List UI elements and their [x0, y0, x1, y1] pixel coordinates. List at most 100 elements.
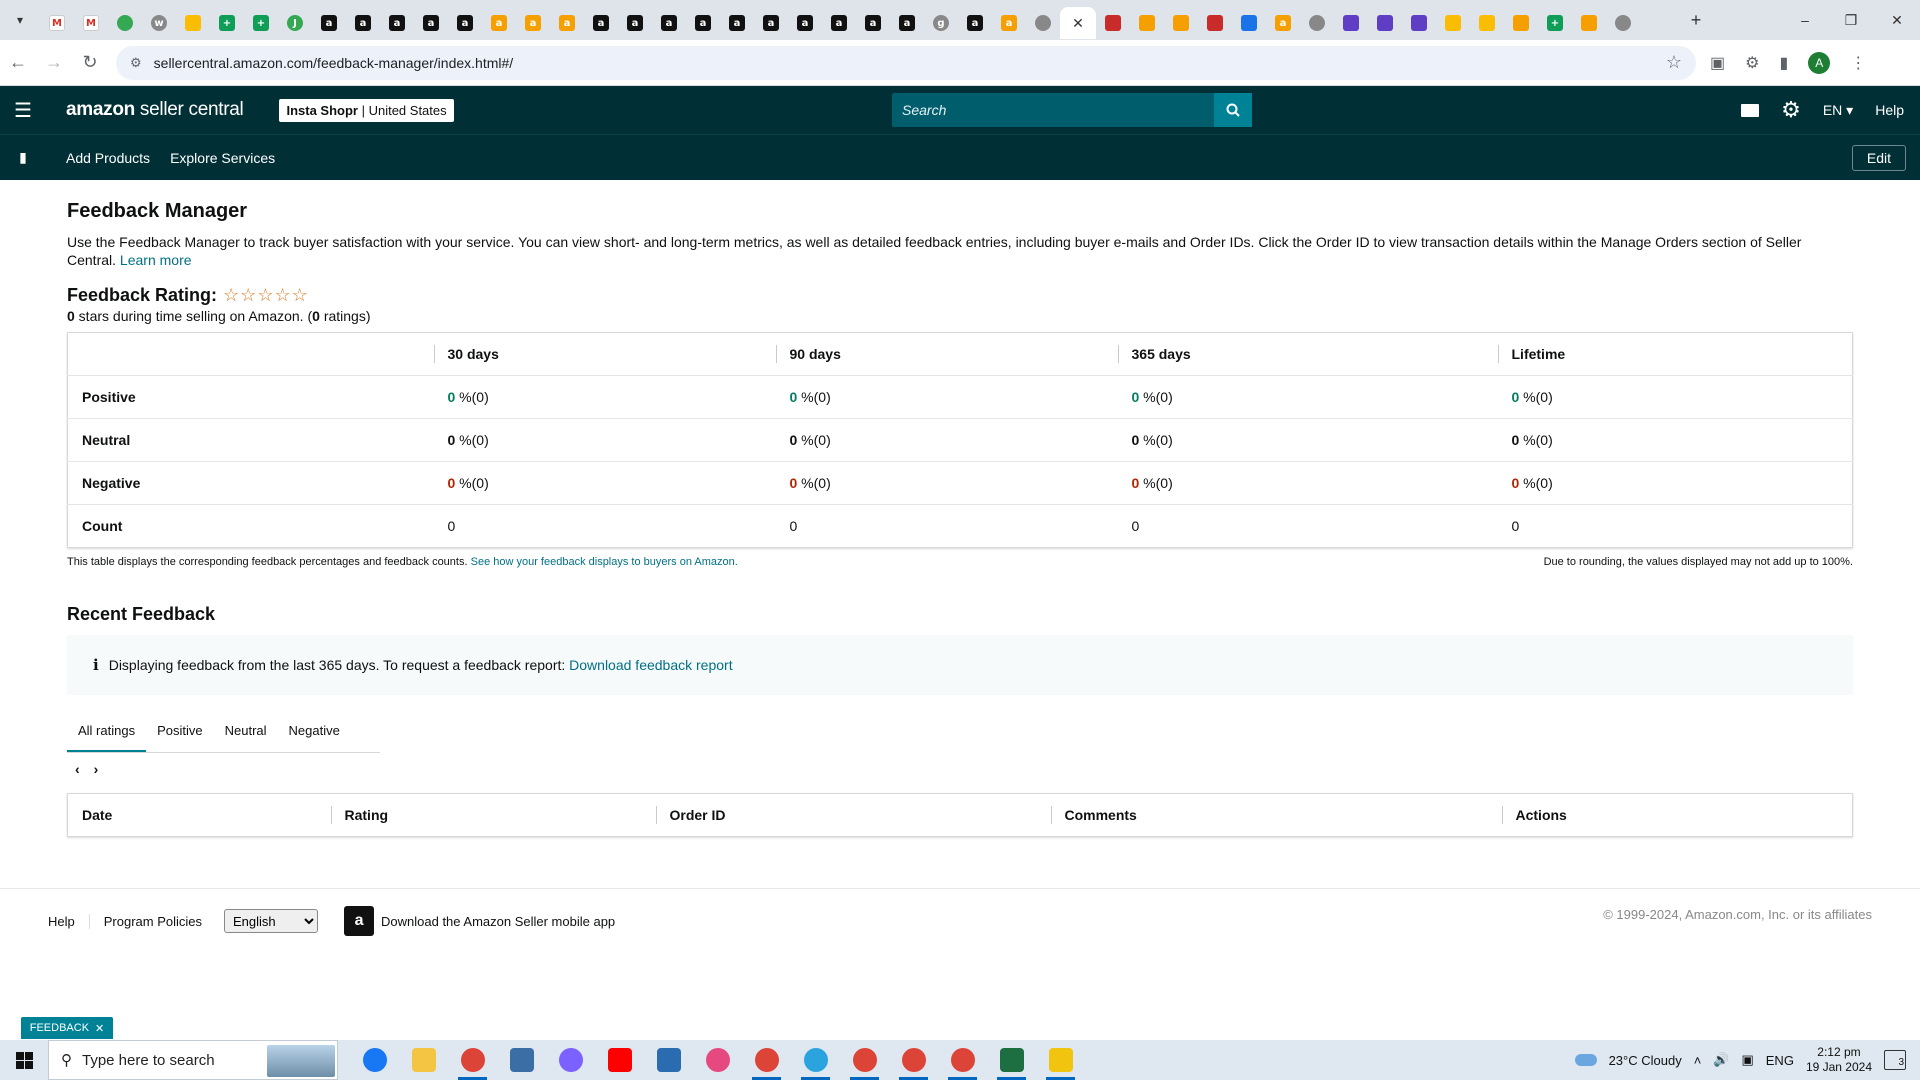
taskbar-app[interactable]: [497, 1040, 546, 1080]
col-actions[interactable]: Actions: [1501, 794, 1853, 837]
browser-tab[interactable]: a: [788, 7, 822, 39]
col-comments[interactable]: Comments: [1050, 794, 1502, 837]
browser-tab[interactable]: a: [890, 7, 924, 39]
footer-help-link[interactable]: Help: [48, 913, 90, 929]
browser-tab[interactable]: J: [278, 7, 312, 39]
browser-tab[interactable]: a: [618, 7, 652, 39]
browser-tab[interactable]: M: [40, 7, 74, 39]
browser-tab[interactable]: [1164, 7, 1198, 39]
clock[interactable]: 2:12 pm 19 Jan 2024: [1806, 1045, 1872, 1075]
volume-icon[interactable]: 🔊: [1713, 1052, 1729, 1068]
browser-tab[interactable]: a: [516, 7, 550, 39]
back-button[interactable]: ←: [0, 45, 36, 81]
footer-program-policies-link[interactable]: Program Policies: [90, 914, 216, 929]
weather-text[interactable]: 23°C Cloudy: [1609, 1053, 1682, 1068]
browser-tab[interactable]: a: [822, 7, 856, 39]
reload-button[interactable]: ↻: [72, 45, 108, 81]
browser-tab[interactable]: a: [380, 7, 414, 39]
browser-tab[interactable]: [1436, 7, 1470, 39]
browser-tab[interactable]: a: [346, 7, 380, 39]
browser-tab[interactable]: [1368, 7, 1402, 39]
browser-tab[interactable]: a: [856, 7, 890, 39]
taskbar-app[interactable]: [399, 1040, 448, 1080]
bookmark-icon[interactable]: ▮: [0, 149, 46, 166]
browser-tab[interactable]: [1606, 7, 1640, 39]
col-rating[interactable]: Rating: [330, 794, 656, 837]
settings-gear-icon[interactable]: ⚙: [1781, 99, 1801, 121]
browser-tab[interactable]: a: [1266, 7, 1300, 39]
taskbar-app[interactable]: [1036, 1040, 1085, 1080]
nav-explore-services[interactable]: Explore Services: [170, 150, 275, 166]
profile-avatar[interactable]: A: [1808, 51, 1831, 74]
feedback-widget-button[interactable]: FEEDBACK ✕: [21, 1017, 113, 1039]
store-switcher[interactable]: Insta Shopr | United States: [279, 98, 454, 122]
taskbar-app[interactable]: [644, 1040, 693, 1080]
browser-tab[interactable]: [108, 7, 142, 39]
close-tab-icon[interactable]: ✕: [1072, 15, 1084, 32]
browser-tab[interactable]: [1504, 7, 1538, 39]
browser-tab[interactable]: a: [958, 7, 992, 39]
browser-tab[interactable]: [1470, 7, 1504, 39]
tab-positive[interactable]: Positive: [146, 715, 214, 752]
browser-tab[interactable]: [1096, 7, 1130, 39]
tab-search-chevron-icon[interactable]: ▾: [0, 0, 40, 40]
learn-more-link[interactable]: Learn more: [120, 252, 192, 268]
browser-tab[interactable]: [1300, 7, 1334, 39]
browser-tab[interactable]: [176, 7, 210, 39]
browser-tab[interactable]: a: [550, 7, 584, 39]
see-feedback-display-link[interactable]: See how your feedback displays to buyers…: [471, 556, 738, 568]
network-icon[interactable]: ▣: [1741, 1052, 1753, 1068]
seller-central-logo[interactable]: amazon seller central: [66, 99, 244, 121]
taskbar-app[interactable]: [938, 1040, 987, 1080]
search-input[interactable]: [892, 93, 1214, 127]
browser-tab[interactable]: a: [414, 7, 448, 39]
download-feedback-report-link[interactable]: Download feedback report: [569, 657, 732, 673]
address-bar[interactable]: ⚙ sellercentral.amazon.com/feedback-mana…: [116, 45, 1696, 80]
browser-tab[interactable]: a: [992, 7, 1026, 39]
browser-tab[interactable]: [1026, 7, 1060, 39]
browser-tab[interactable]: +: [210, 7, 244, 39]
language-switcher[interactable]: EN ▾: [1823, 102, 1853, 119]
browser-tab[interactable]: a: [312, 7, 346, 39]
taskbar-app[interactable]: [546, 1040, 595, 1080]
browser-menu-icon[interactable]: ⋮: [1850, 53, 1866, 73]
browser-tab[interactable]: a: [482, 7, 516, 39]
browser-tab[interactable]: a: [720, 7, 754, 39]
mobile-app-link[interactable]: a Download the Amazon Seller mobile app: [344, 906, 615, 936]
prev-page-chevron-icon[interactable]: ‹: [75, 761, 80, 777]
browser-tab[interactable]: M: [74, 7, 108, 39]
help-link[interactable]: Help: [1875, 102, 1904, 118]
edit-nav-button[interactable]: Edit: [1851, 145, 1906, 171]
bookmark-star-icon[interactable]: ☆: [1666, 52, 1682, 73]
col-order-id[interactable]: Order ID: [655, 794, 1051, 837]
browser-tab[interactable]: a: [754, 7, 788, 39]
taskbar-app[interactable]: [987, 1040, 1036, 1080]
start-button[interactable]: [0, 1040, 48, 1080]
taskbar-app[interactable]: [742, 1040, 791, 1080]
mail-icon[interactable]: [1741, 103, 1760, 117]
close-window-button[interactable]: ✕: [1874, 0, 1920, 40]
browser-tab[interactable]: a: [686, 7, 720, 39]
browser-tab[interactable]: [1130, 7, 1164, 39]
tab-negative[interactable]: Negative: [278, 715, 351, 752]
new-tab-button[interactable]: +: [1680, 10, 1712, 31]
restore-button[interactable]: ❐: [1828, 0, 1874, 40]
browser-tab[interactable]: +: [244, 7, 278, 39]
taskbar-app[interactable]: [448, 1040, 497, 1080]
taskbar-app[interactable]: [840, 1040, 889, 1080]
tab-all-ratings[interactable]: All ratings: [67, 715, 147, 752]
taskbar-app[interactable]: [693, 1040, 742, 1080]
input-language[interactable]: ENG: [1766, 1053, 1794, 1068]
taskbar-search[interactable]: ⚲ Type here to search: [48, 1040, 338, 1080]
extension-off-icon[interactable]: ▣: [1710, 53, 1725, 73]
taskbar-app[interactable]: [350, 1040, 399, 1080]
browser-tab[interactable]: [1232, 7, 1266, 39]
taskbar-app[interactable]: [889, 1040, 938, 1080]
close-icon[interactable]: ✕: [95, 1022, 104, 1035]
site-info-icon[interactable]: ⚙: [130, 55, 142, 71]
url-text[interactable]: sellercentral.amazon.com/feedback-manage…: [154, 55, 1666, 71]
browser-tab[interactable]: [1402, 7, 1436, 39]
col-date[interactable]: Date: [68, 794, 331, 837]
browser-tab[interactable]: [1334, 7, 1368, 39]
footer-language-select[interactable]: English: [224, 909, 319, 933]
